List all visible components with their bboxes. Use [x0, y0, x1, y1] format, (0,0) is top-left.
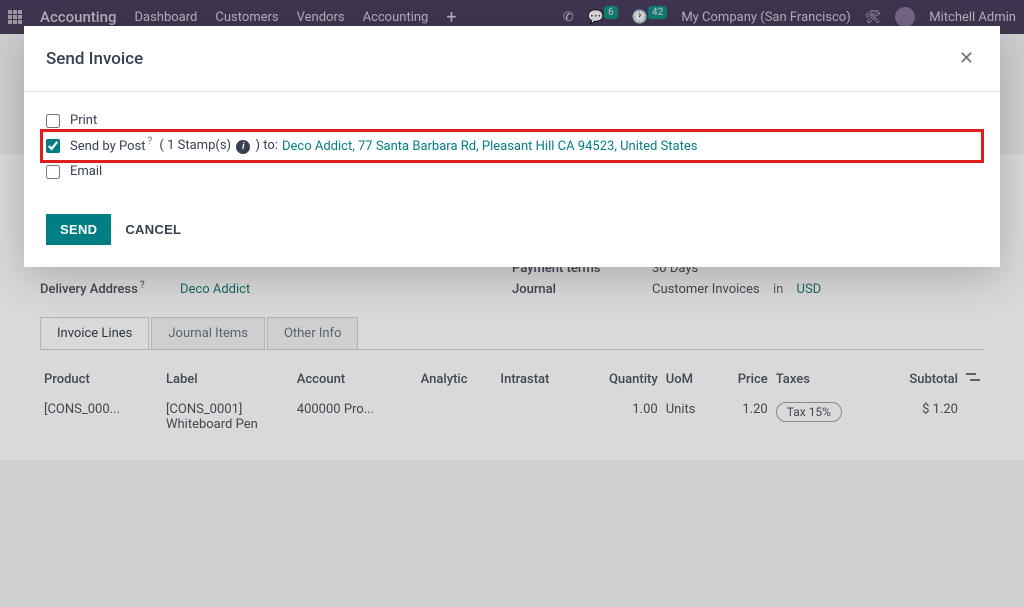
checkbox-send-by-post[interactable] [46, 139, 60, 153]
stamps-text: ( 1 Stamp(s) i ) to: [156, 138, 278, 154]
post-address: Deco Addict, 77 Santa Barbara Rd, Pleasa… [282, 139, 698, 154]
highlight-send-by-post: Send by Post ? ( 1 Stamp(s) i ) to: Deco… [40, 129, 984, 163]
help-icon[interactable]: ? [147, 136, 152, 147]
info-icon[interactable]: i [236, 140, 250, 154]
label-email: Email [70, 164, 102, 179]
close-icon[interactable]: ✕ [955, 44, 978, 73]
label-send-by-post: Send by Post [70, 139, 145, 154]
send-button[interactable]: SEND [46, 214, 111, 245]
label-print: Print [70, 113, 97, 128]
cancel-button[interactable]: CANCEL [125, 222, 181, 237]
checkbox-email[interactable] [46, 165, 60, 179]
checkbox-print[interactable] [46, 114, 60, 128]
modal-footer: SEND CANCEL [24, 204, 1000, 267]
modal-body: Print Send by Post ? ( 1 Stamp(s) i ) to… [24, 92, 1000, 204]
option-email: Email [46, 159, 978, 184]
option-send-by-post: Send by Post ? ( 1 Stamp(s) i ) to: Deco… [46, 133, 978, 159]
send-invoice-modal: Send Invoice ✕ Print Send by Post ? ( 1 … [24, 26, 1000, 267]
modal-title: Send Invoice [46, 49, 143, 69]
modal-header: Send Invoice ✕ [24, 26, 1000, 92]
